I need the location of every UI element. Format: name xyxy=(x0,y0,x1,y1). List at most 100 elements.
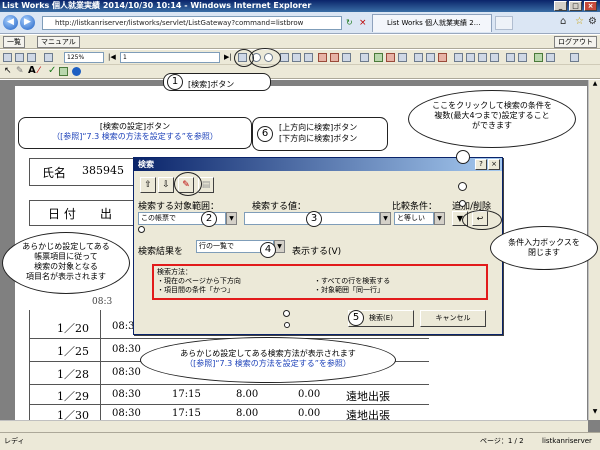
browser-tab[interactable]: List Works 個人就業実績 2... xyxy=(372,14,492,32)
url-field[interactable]: http://listkanriserver/listworks/servlet… xyxy=(42,16,342,30)
stop-icon[interactable]: × xyxy=(359,16,371,30)
page-field[interactable]: 1 xyxy=(120,52,220,63)
compare-dropdown-icon[interactable]: ▼ xyxy=(434,212,445,225)
cancel-button[interactable]: キャンセル xyxy=(420,310,486,327)
callout-tail xyxy=(283,310,290,317)
step-number-4: 4 xyxy=(260,242,276,258)
callout-search-direction: 6 [上方向に検索]ボタン [下方向に検索]ボタン xyxy=(252,117,388,151)
home-icon[interactable]: ⌂ xyxy=(560,16,566,27)
back-icon[interactable]: ◀ xyxy=(3,15,18,30)
app-menu-bar: 一覧 マニュアル ログアウト xyxy=(0,35,600,49)
value-column-label: 検索する値： xyxy=(252,202,307,212)
step-number-2: 2 xyxy=(201,211,217,227)
dialog-close-button[interactable]: × xyxy=(488,159,500,170)
link-icon[interactable] xyxy=(466,53,475,62)
zoom-field[interactable]: 125% xyxy=(64,52,104,63)
viewer-toolbar: 125% |◀ 1 ▶| xyxy=(0,50,600,65)
pointer-icon[interactable]: ↖ xyxy=(4,66,12,76)
search-down-icon[interactable]: ⇩ xyxy=(158,177,174,193)
search-method-box: 検索方法： ・現在のページから下方向 ・項目間の条件「かつ」 ・すべての行を検索… xyxy=(152,264,488,300)
callout-text: 閉じます xyxy=(528,248,560,257)
form-icon[interactable] xyxy=(342,53,351,62)
flag-icon[interactable] xyxy=(438,53,447,62)
first-page-icon[interactable]: |◀ xyxy=(108,53,116,61)
callout-tail xyxy=(458,182,467,191)
horizontal-scrollbar[interactable] xyxy=(0,420,588,432)
grid-icon[interactable] xyxy=(374,53,383,62)
stamp-tool-icon[interactable] xyxy=(59,67,68,76)
compare-select[interactable]: と等しい xyxy=(394,212,434,225)
callout-text: 条件入力ボックスを xyxy=(508,238,580,247)
help-icon[interactable] xyxy=(570,53,579,62)
maximize-button[interactable]: □ xyxy=(569,1,582,11)
copy-icon[interactable] xyxy=(44,53,53,62)
callout-multiple-conditions: ここをクリックして検索の条件を 複数(最大4つまで)設定すること ができます xyxy=(408,90,576,148)
select-tool-icon[interactable] xyxy=(304,53,313,62)
callout-text: [検索の設定]ボタン xyxy=(99,122,171,131)
save-icon[interactable] xyxy=(3,53,12,62)
callout-text: あらかじめ設定してある xyxy=(22,242,110,251)
attach-icon[interactable] xyxy=(478,53,487,62)
close-window-button[interactable]: × xyxy=(584,1,597,11)
tools-gear-icon[interactable]: ⚙ xyxy=(588,16,597,27)
delete-icon[interactable] xyxy=(426,53,435,62)
export-icon[interactable] xyxy=(534,53,543,62)
range-column-label: 検索する対象範囲： xyxy=(138,202,220,212)
zoom-tool-icon[interactable] xyxy=(292,53,301,62)
list-button[interactable]: 一覧 xyxy=(3,36,25,48)
value-dropdown-icon[interactable]: ▼ xyxy=(380,212,391,225)
table-icon[interactable] xyxy=(386,53,395,62)
mark-icon[interactable] xyxy=(330,53,339,62)
callout-tail xyxy=(459,200,466,207)
help-button[interactable]: ? xyxy=(475,159,487,170)
last-page-icon[interactable]: ▶| xyxy=(224,53,232,61)
highlighter-icon[interactable]: ✎ xyxy=(16,66,24,76)
forward-icon[interactable]: ▶ xyxy=(20,15,35,30)
search-up-icon[interactable]: ⇧ xyxy=(140,177,156,193)
callout-search-button: 1 [検索]ボタン xyxy=(163,73,271,91)
refresh-icon[interactable]: ↻ xyxy=(346,16,358,30)
column-icon[interactable] xyxy=(398,53,407,62)
tree-icon[interactable] xyxy=(454,53,463,62)
insert-icon[interactable] xyxy=(414,53,423,62)
pen-icon[interactable]: ⁄ xyxy=(38,66,40,76)
scroll-down-icon[interactable]: ▼ xyxy=(590,408,600,418)
text-tool-icon[interactable]: A xyxy=(28,65,36,76)
check-icon[interactable]: ✓ xyxy=(48,65,56,76)
logout-button[interactable]: ログアウト xyxy=(554,36,597,48)
callout-item-names: あらかじめ設定してある 帳票項目に従って 検索の対象となる 項目名が表示されます xyxy=(2,232,130,294)
scroll-up-icon[interactable]: ▲ xyxy=(590,80,600,90)
callout-text: ここをクリックして検索の条件を xyxy=(432,101,552,110)
hand-tool-icon[interactable] xyxy=(280,53,289,62)
layout-icon[interactable] xyxy=(360,53,369,62)
callout-tail xyxy=(456,150,470,164)
callout-text: 帳票項目に従って xyxy=(34,252,98,261)
stamp-icon[interactable] xyxy=(318,53,327,62)
row-overtime: 0.00 xyxy=(298,408,321,419)
table-border xyxy=(29,310,30,420)
method-scope: ・対象範囲「同一行」 xyxy=(314,286,384,294)
callout-close-box: 条件入力ボックスを 閉じます xyxy=(490,226,598,270)
manual-button[interactable]: マニュアル xyxy=(37,36,80,48)
list-icon[interactable] xyxy=(518,53,527,62)
send-icon[interactable] xyxy=(490,53,499,62)
minimize-button[interactable]: _ xyxy=(554,1,567,11)
dialog-title-text: 検索 xyxy=(138,160,154,169)
range-dropdown-icon[interactable]: ▼ xyxy=(226,212,237,225)
highlight-ring xyxy=(174,172,202,196)
favorites-star-icon[interactable]: ☆ xyxy=(575,16,584,27)
color-icon[interactable] xyxy=(72,67,81,76)
print-icon[interactable] xyxy=(15,53,24,62)
callout-text: 検索の対象となる xyxy=(34,262,98,271)
chart-icon[interactable] xyxy=(506,53,515,62)
print-preview-icon[interactable] xyxy=(27,53,36,62)
search-dialog-title: 検索 xyxy=(134,158,502,171)
new-tab-button[interactable] xyxy=(495,16,513,30)
window-title: List Works 個人就業実績 2014/10/30 10:14 - Win… xyxy=(2,1,312,10)
row-time-out: 17:15 xyxy=(172,389,201,400)
highlight-ring xyxy=(249,48,281,68)
row-overtime: 0.00 xyxy=(298,389,321,400)
column-divider xyxy=(100,310,101,420)
result-label: 検索結果を xyxy=(138,247,184,257)
settings-icon[interactable] xyxy=(546,53,555,62)
